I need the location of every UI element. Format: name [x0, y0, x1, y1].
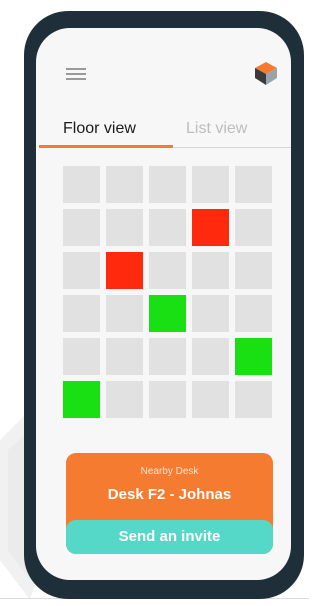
desk-free[interactable]: [63, 338, 100, 375]
desk-free[interactable]: [106, 166, 143, 203]
desk-free[interactable]: [235, 381, 272, 418]
desk-free[interactable]: [192, 295, 229, 332]
tab-list-view[interactable]: List view: [186, 120, 247, 138]
desk-free[interactable]: [63, 295, 100, 332]
desk-free[interactable]: [63, 209, 100, 246]
phone-screen: Floor view List view Nearby Desk Desk F2…: [36, 28, 291, 580]
desk-free[interactable]: [149, 209, 186, 246]
desk-available[interactable]: [149, 295, 186, 332]
desk-free[interactable]: [63, 252, 100, 289]
tab-floor-view[interactable]: Floor view: [63, 120, 136, 138]
desk-free[interactable]: [106, 338, 143, 375]
desk-occupied[interactable]: [192, 209, 229, 246]
desk-free[interactable]: [149, 338, 186, 375]
desk-free[interactable]: [235, 166, 272, 203]
desk-free[interactable]: [235, 295, 272, 332]
card-title: Desk F2 - Johnas: [107, 486, 232, 503]
desk-available[interactable]: [235, 338, 272, 375]
hamburger-menu-icon[interactable]: [66, 68, 86, 80]
desk-free[interactable]: [106, 209, 143, 246]
desk-free[interactable]: [106, 381, 143, 418]
desk-free[interactable]: [192, 166, 229, 203]
desk-available[interactable]: [63, 381, 100, 418]
card-subtitle: Nearby Desk: [140, 466, 199, 477]
cube-logo-icon: [255, 62, 277, 85]
app-preview: Floor view List view Nearby Desk Desk F2…: [0, 0, 309, 606]
desk-free[interactable]: [192, 381, 229, 418]
desk-free[interactable]: [149, 381, 186, 418]
desk-free[interactable]: [106, 295, 143, 332]
desk-free[interactable]: [63, 166, 100, 203]
nearby-desk-card: Nearby Desk Desk F2 - Johnas Send an inv…: [66, 453, 273, 554]
desk-free[interactable]: [192, 338, 229, 375]
desk-occupied[interactable]: [106, 252, 143, 289]
desk-free[interactable]: [235, 209, 272, 246]
desk-free[interactable]: [149, 166, 186, 203]
tab-active-indicator: [39, 145, 173, 148]
desk-free[interactable]: [149, 252, 186, 289]
floor-plan-grid: [63, 166, 276, 421]
desk-free[interactable]: [235, 252, 272, 289]
desk-free[interactable]: [192, 252, 229, 289]
send-invite-button[interactable]: Send an invite: [66, 520, 273, 554]
